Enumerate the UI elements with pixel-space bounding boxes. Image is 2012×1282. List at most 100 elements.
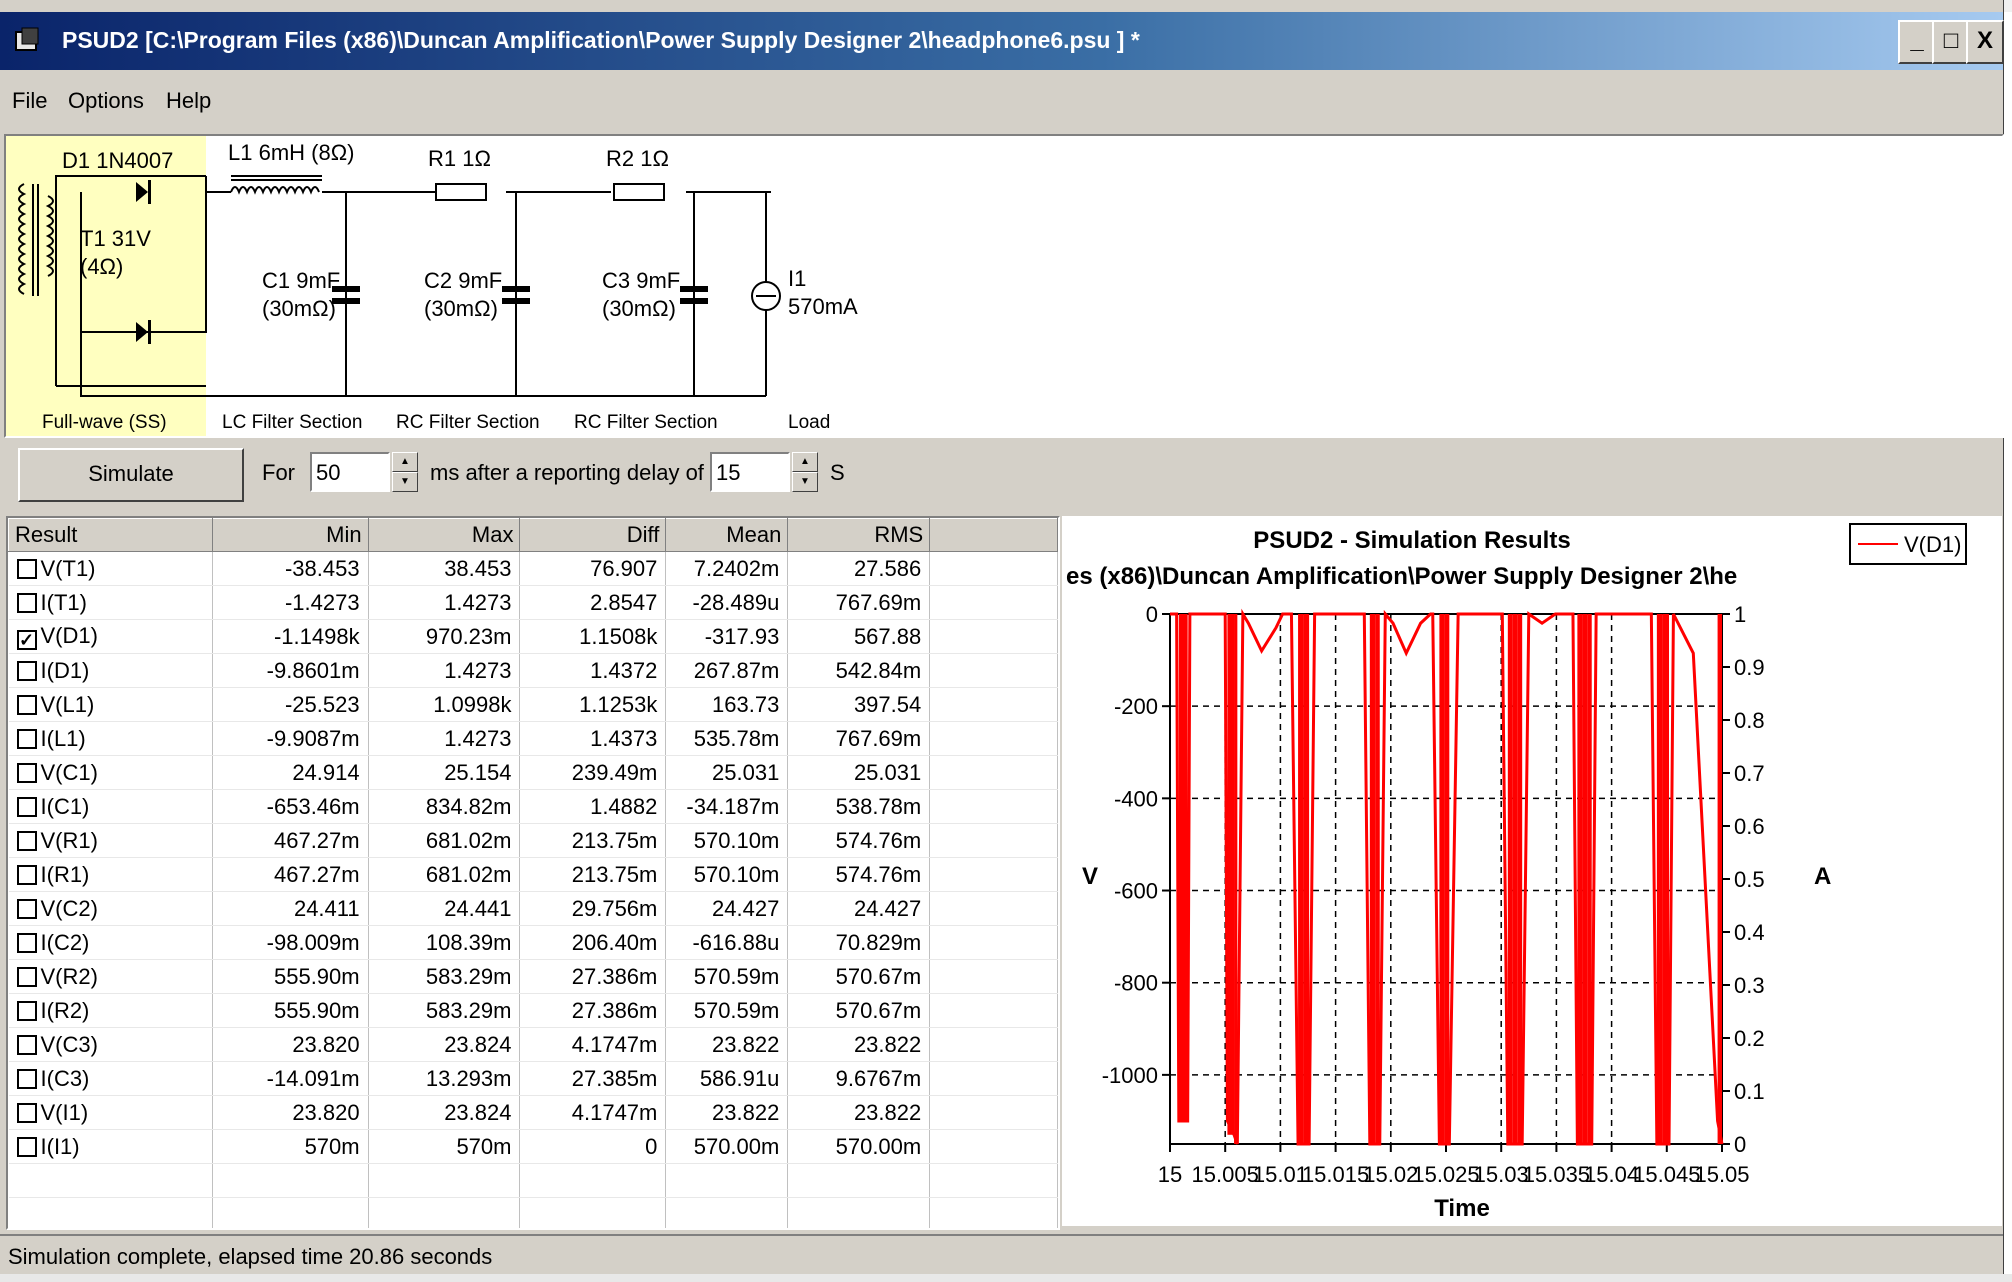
resistor-r2-symbol[interactable]	[613, 183, 665, 201]
table-row[interactable]: I(C3) -14.091m 13.293m 27.385m 586.91u 9.6767…	[8, 1061, 1058, 1096]
inductor-symbol[interactable]	[230, 175, 322, 195]
app-window: PSUD2 [C:\Program Files (x86)\Duncan Amp…	[0, 0, 2004, 1282]
table-row[interactable]: I(C2) -98.009m 108.39m 206.40m -616.88u 70.82…	[8, 925, 1058, 960]
cell-min: 23.820	[212, 1027, 369, 1062]
result-name-cell[interactable]: V(C3)	[8, 1027, 213, 1062]
capacitor-c3-esr: (30mΩ)	[602, 296, 676, 321]
result-name-cell[interactable]: V(T1)	[8, 551, 213, 586]
result-name-cell[interactable]: V(L1)	[8, 687, 213, 722]
result-name-cell[interactable]: I(C1)	[8, 789, 213, 824]
for-label: For	[262, 460, 295, 485]
menu-help[interactable]: Help	[166, 88, 211, 114]
delay-spinner[interactable]: ▲ ▼	[792, 452, 818, 492]
table-row[interactable]: I(D1) -9.8601m 1.4273 1.4372 267.87m 542.84m	[8, 653, 1058, 688]
result-name-cell[interactable]: I(L1)	[8, 721, 213, 756]
cell-rms: 767.69m	[787, 721, 931, 756]
cell-mean: 586.91u	[665, 1061, 789, 1096]
close-button[interactable]: X	[1966, 20, 2004, 64]
spin-down-icon[interactable]: ▼	[392, 472, 418, 492]
cell-diff: 0	[519, 1129, 667, 1164]
cell-diff: 206.40m	[519, 925, 667, 960]
result-name-cell[interactable]: ✓ V(D1)	[8, 619, 213, 654]
result-name-cell[interactable]: I(I1)	[8, 1129, 213, 1164]
checkbox[interactable]	[16, 1136, 37, 1157]
result-name-cell[interactable]: V(R2)	[8, 959, 213, 994]
table-row[interactable]: I(R2) 555.90m 583.29m 27.386m 570.59m 570.67m	[8, 993, 1058, 1028]
spin-down-icon[interactable]: ▼	[792, 472, 818, 492]
checkbox[interactable]	[16, 864, 37, 885]
checkbox[interactable]	[16, 830, 37, 851]
result-name-cell[interactable]: I(C3)	[8, 1061, 213, 1096]
table-row[interactable]: V(L1) -25.523 1.0998k 1.1253k 163.73 397.54	[8, 687, 1058, 722]
checkbox[interactable]	[16, 558, 37, 579]
table-row[interactable]: ✓ V(D1) -1.1498k 970.23m 1.1508k -317.93 567.8…	[8, 619, 1058, 654]
spin-up-icon[interactable]: ▲	[792, 452, 818, 472]
results-grid[interactable]: Result Min Max Diff Mean RMS V(T1) -38.45…	[6, 516, 1060, 1230]
checkbox[interactable]	[16, 592, 37, 613]
current-source-symbol[interactable]	[751, 281, 781, 311]
menu-file[interactable]: File	[12, 88, 47, 114]
table-row[interactable]: I(I1) 570m 570m 0 570.00m 570.00m	[8, 1129, 1058, 1164]
checkbox[interactable]	[16, 898, 37, 919]
result-name-cell[interactable]: V(R1)	[8, 823, 213, 858]
checkbox-checked[interactable]: ✓	[16, 630, 37, 650]
checkbox[interactable]	[16, 1000, 37, 1021]
delay-input[interactable]: 15	[710, 452, 790, 492]
title-bar[interactable]: PSUD2 [C:\Program Files (x86)\Duncan Amp…	[0, 12, 2004, 70]
table-row[interactable]: I(T1) -1.4273 1.4273 2.8547 -28.489u 767.69m	[8, 585, 1058, 620]
table-row[interactable]: I(L1) -9.9087m 1.4273 1.4373 535.78m 767.69m	[8, 721, 1058, 756]
table-row[interactable]: V(C3) 23.820 23.824 4.1747m 23.822 23.822	[8, 1027, 1058, 1062]
result-name-cell[interactable]: I(D1)	[8, 653, 213, 688]
simulate-button[interactable]: Simulate	[18, 448, 244, 502]
y-tick-label: -400	[1114, 786, 1158, 811]
col-header-result[interactable]: Result	[8, 518, 213, 552]
table-row[interactable]: V(C2) 24.411 24.441 29.756m 24.427 24.427	[8, 891, 1058, 926]
checkbox[interactable]	[16, 728, 37, 749]
cell-rms: 574.76m	[787, 823, 931, 858]
result-name-cell[interactable]: I(R1)	[8, 857, 213, 892]
legend-label: V(D1)	[1904, 532, 1961, 557]
col-header-max[interactable]: Max	[367, 518, 521, 552]
schematic-panel[interactable]: D1 1N4007 T1 31V (4Ω) L1 6mH (8Ω) R1 1Ω …	[4, 134, 2004, 438]
minimize-button[interactable]: _	[1898, 20, 1936, 64]
checkbox[interactable]	[16, 660, 37, 681]
resistor-r1-symbol[interactable]	[435, 183, 487, 201]
duration-spinner[interactable]: ▲ ▼	[392, 452, 418, 492]
checkbox[interactable]	[16, 1068, 37, 1089]
table-row[interactable]: V(R2) 555.90m 583.29m 27.386m 570.59m 570.67m	[8, 959, 1058, 994]
table-row[interactable]: I(R1) 467.27m 681.02m 213.75m 570.10m 574.76m	[8, 857, 1058, 892]
result-name-cell[interactable]: I(C2)	[8, 925, 213, 960]
spin-up-icon[interactable]: ▲	[392, 452, 418, 472]
table-row[interactable]: V(T1) -38.453 38.453 76.907 7.2402m 27.586	[8, 551, 1058, 586]
duration-input[interactable]: 50	[310, 452, 390, 492]
table-row[interactable]: V(I1) 23.820 23.824 4.1747m 23.822 23.822	[8, 1095, 1058, 1130]
rectifier-section-bg[interactable]	[6, 136, 206, 436]
checkbox[interactable]	[16, 1102, 37, 1123]
results-table: Result Min Max Diff Mean RMS V(T1) -38.45…	[8, 518, 1058, 1228]
cell-max: 970.23m	[368, 619, 521, 654]
checkbox[interactable]	[16, 796, 37, 817]
col-header-min[interactable]: Min	[211, 518, 369, 552]
checkbox[interactable]	[16, 694, 37, 715]
checkbox[interactable]	[16, 762, 37, 783]
table-row[interactable]: V(C1) 24.914 25.154 239.49m 25.031 25.031	[8, 755, 1058, 790]
checkbox[interactable]	[16, 932, 37, 953]
result-name-cell[interactable]: I(R2)	[8, 993, 213, 1028]
result-name: V(C1)	[40, 759, 98, 785]
result-name: V(R2)	[40, 963, 98, 989]
col-header-mean[interactable]: Mean	[665, 518, 789, 552]
table-row[interactable]: I(C1) -653.46m 834.82m 1.4882 -34.187m 538.78…	[8, 789, 1058, 824]
result-name-cell[interactable]: I(T1)	[8, 585, 213, 620]
result-name-cell[interactable]: V(C2)	[8, 891, 213, 926]
checkbox[interactable]	[16, 966, 37, 987]
checkbox[interactable]	[16, 1034, 37, 1055]
col-header-diff[interactable]: Diff	[519, 518, 667, 552]
result-name-cell[interactable]: V(C1)	[8, 755, 213, 790]
maximize-button[interactable]: □	[1932, 20, 1970, 64]
menu-options[interactable]: Options	[68, 88, 144, 114]
cell-diff: 29.756m	[519, 891, 667, 926]
table-row[interactable]: V(R1) 467.27m 681.02m 213.75m 570.10m 574.76m	[8, 823, 1058, 858]
result-name-cell[interactable]: V(I1)	[8, 1095, 213, 1130]
result-name: V(T1)	[40, 555, 96, 581]
col-header-rms[interactable]: RMS	[787, 518, 931, 552]
